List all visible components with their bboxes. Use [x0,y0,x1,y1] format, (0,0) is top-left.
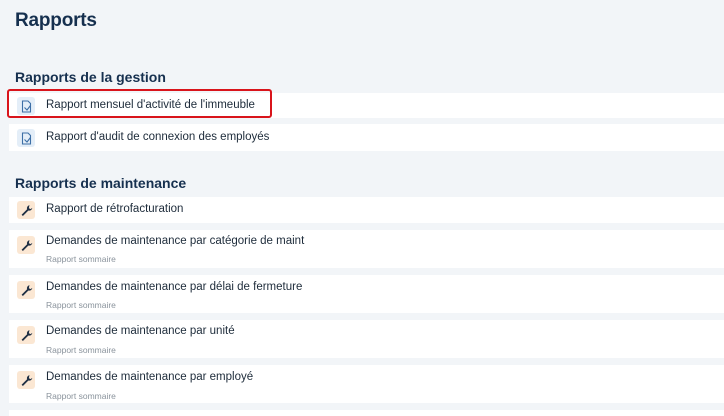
report-row-chargeback[interactable]: Rapport de rétrofacturation [9,197,724,223]
report-subtitle: Rapport sommaire [46,345,116,355]
report-document-icon [17,97,35,115]
report-row-by-employee[interactable]: Demandes de maintenance par employé Rapp… [9,365,724,403]
report-subtitle: Rapport sommaire [46,300,116,310]
wrench-icon [17,371,35,389]
report-label: Rapport de rétrofacturation [46,203,184,215]
report-row-by-closing-delay[interactable]: Demandes de maintenance par délai de fer… [9,275,724,313]
wrench-icon [17,236,35,254]
section-title-gestion: Rapports de la gestion [15,69,166,85]
report-row-by-category[interactable]: Demandes de maintenance par catégorie de… [9,230,724,268]
report-row-by-unit[interactable]: Demandes de maintenance par unité Rappor… [9,320,724,358]
report-row-monthly-activity[interactable]: Rapport mensuel d'activité de l'immeuble [9,93,724,118]
report-subtitle: Rapport sommaire [46,254,116,264]
report-label: Demandes de maintenance par employé [46,371,254,383]
wrench-icon [17,201,35,219]
report-label: Rapport d'audit de connexion des employé… [46,131,270,143]
section-title-maintenance: Rapports de maintenance [15,175,187,191]
report-label: Rapport mensuel d'activité de l'immeuble [46,99,255,111]
report-subtitle: Rapport sommaire [46,391,116,401]
report-label: Demandes de maintenance par unité [46,325,235,337]
wrench-icon [17,281,35,299]
page-title: Rapports [15,10,97,31]
wrench-icon [17,326,35,344]
report-row-employee-login-audit[interactable]: Rapport d'audit de connexion des employé… [9,124,724,151]
report-document-icon [17,129,35,147]
report-label: Demandes de maintenance par délai de fer… [46,281,303,293]
next-row-partial [9,410,724,416]
report-label: Demandes de maintenance par catégorie de… [46,235,305,247]
